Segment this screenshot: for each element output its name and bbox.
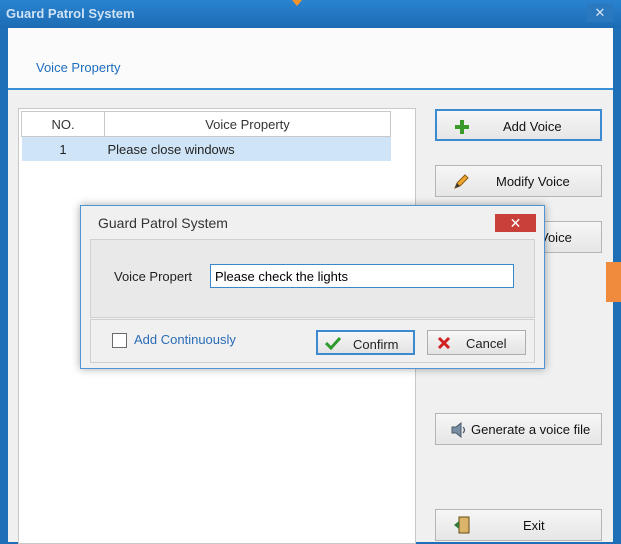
dialog-footer: Add Continuously Confirm Cancel xyxy=(90,319,535,363)
speaker-icon xyxy=(451,422,466,438)
add-voice-label: Add Voice xyxy=(503,119,562,134)
voice-property-label: Voice Propert xyxy=(114,269,193,284)
dialog-titlebar: Guard Patrol System xyxy=(81,206,544,239)
col-header-voice-property[interactable]: Voice Property xyxy=(104,111,391,137)
exit-label: Exit xyxy=(523,518,545,533)
dialog-close-button[interactable]: ✕ xyxy=(495,214,536,232)
header: Voice Property xyxy=(8,28,613,90)
side-tab[interactable] xyxy=(606,262,621,302)
main-titlebar: Guard Patrol System ✕ xyxy=(0,0,621,28)
x-icon xyxy=(437,336,451,350)
col-header-no[interactable]: NO. xyxy=(21,111,105,137)
modify-voice-button[interactable]: Modify Voice xyxy=(435,165,602,197)
dialog-title: Guard Patrol System xyxy=(98,215,228,231)
modify-voice-label: Modify Voice xyxy=(496,174,570,189)
cancel-button[interactable]: Cancel xyxy=(427,330,526,355)
cell-no: 1 xyxy=(21,136,105,161)
plus-icon xyxy=(455,120,469,134)
add-voice-button[interactable]: Add Voice xyxy=(435,109,602,141)
pencil-icon xyxy=(454,174,469,189)
orange-notch xyxy=(292,0,302,6)
window-close-button[interactable]: ✕ xyxy=(587,4,613,22)
window-title: Guard Patrol System xyxy=(6,6,135,21)
dialog-form-panel: Voice Propert xyxy=(90,239,535,318)
exit-button[interactable]: Exit xyxy=(435,509,602,541)
confirm-button[interactable]: Confirm xyxy=(316,330,415,355)
generate-voice-file-button[interactable]: Generate a voice file xyxy=(435,413,602,445)
check-icon xyxy=(325,336,341,350)
confirm-label: Confirm xyxy=(353,337,399,352)
add-continuously-label[interactable]: Add Continuously xyxy=(134,332,236,347)
add-continuously-checkbox[interactable] xyxy=(112,333,127,348)
table-row[interactable]: 1 Please close windows xyxy=(21,136,391,161)
voice-property-input[interactable] xyxy=(210,264,514,288)
header-label: Voice Property xyxy=(36,60,121,75)
cell-voice-property: Please close windows xyxy=(104,136,391,161)
generate-voice-file-label: Generate a voice file xyxy=(471,422,591,437)
exit-door-icon xyxy=(454,516,470,534)
cancel-label: Cancel xyxy=(466,336,507,351)
voice-property-dialog: Guard Patrol System ✕ Voice Propert Add … xyxy=(80,205,545,369)
